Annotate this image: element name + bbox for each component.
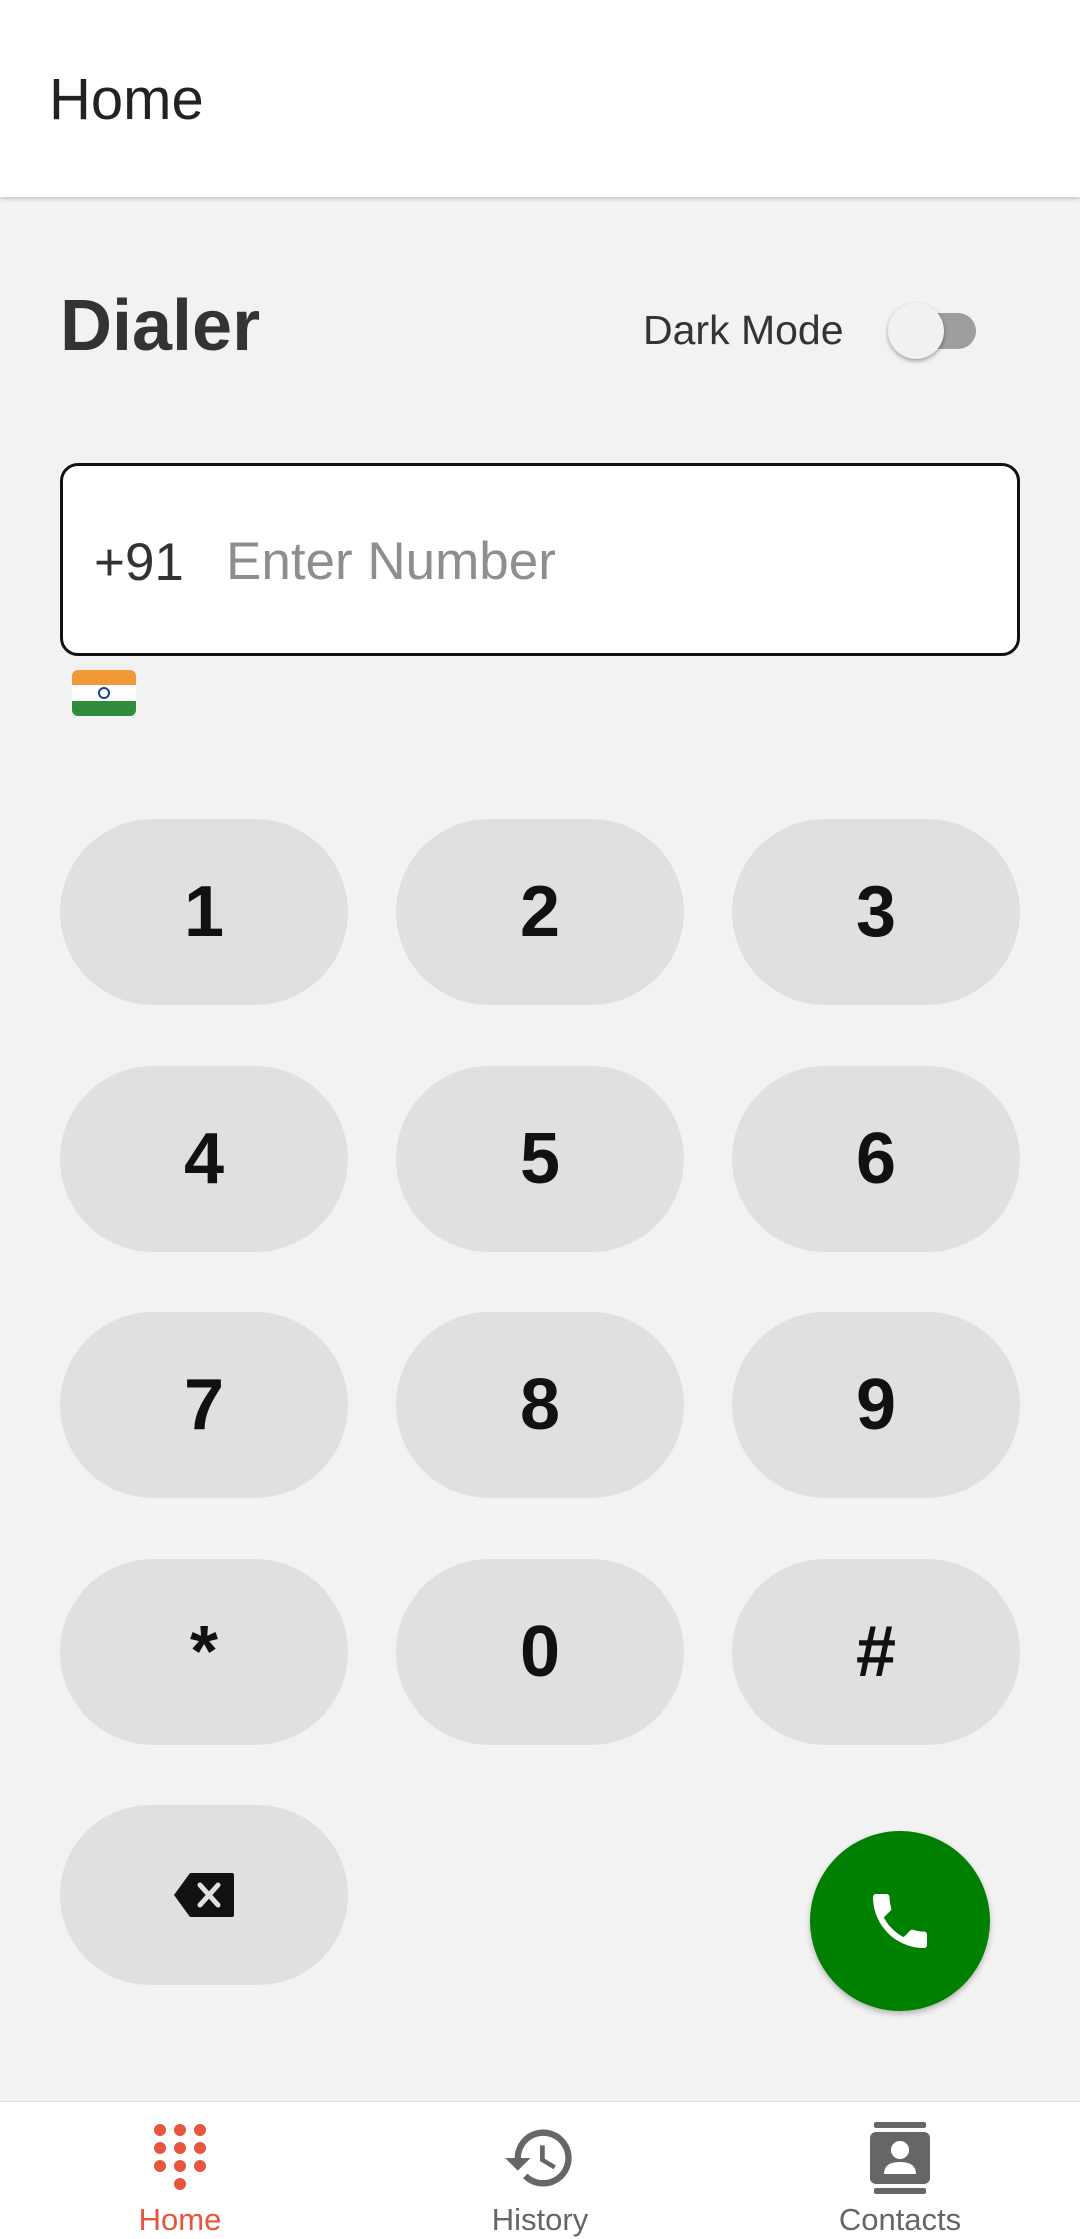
- key-6[interactable]: 6: [732, 1066, 1020, 1252]
- bottom-navigation: Home History Contacts: [0, 2101, 1080, 2239]
- key-7[interactable]: 7: [60, 1312, 348, 1498]
- key-9[interactable]: 9: [732, 1312, 1020, 1498]
- app-bar: Home: [0, 0, 1080, 197]
- key-0[interactable]: 0: [396, 1559, 684, 1745]
- nav-item-home[interactable]: Home: [0, 2102, 360, 2239]
- country-code: +91: [94, 533, 184, 592]
- key-5[interactable]: 5: [396, 1066, 684, 1252]
- app-bar-title: Home: [49, 67, 204, 132]
- key-8[interactable]: 8: [396, 1312, 684, 1498]
- dialer-screen: Home Dialer Dark Mode +91 1 2 3 4 5 6 7 …: [0, 0, 1080, 2239]
- flag-saffron-band: [72, 670, 136, 686]
- backspace-button[interactable]: [60, 1805, 348, 1985]
- dialer-title: Dialer: [60, 286, 261, 366]
- history-icon: [505, 2129, 572, 2187]
- call-button[interactable]: [810, 1831, 990, 2011]
- india-flag-icon[interactable]: [72, 670, 136, 716]
- nav-item-history[interactable]: History: [360, 2102, 720, 2239]
- key-star[interactable]: *: [60, 1559, 348, 1745]
- dark-mode-toggle[interactable]: [888, 303, 988, 359]
- flag-white-band: [72, 685, 136, 701]
- phone-number-field[interactable]: +91: [60, 463, 1020, 656]
- backspace-icon: [174, 1873, 234, 1917]
- nav-label-home: Home: [138, 2202, 222, 2237]
- dark-mode-label: Dark Mode: [643, 307, 844, 353]
- phone-number-input[interactable]: [226, 506, 986, 616]
- dialpad-icon: [154, 2124, 206, 2190]
- flag-green-band: [72, 700, 136, 716]
- key-hash[interactable]: #: [732, 1559, 1020, 1745]
- key-1[interactable]: 1: [60, 819, 348, 1005]
- key-3[interactable]: 3: [732, 819, 1020, 1005]
- key-4[interactable]: 4: [60, 1066, 348, 1252]
- key-2[interactable]: 2: [396, 819, 684, 1005]
- phone-icon: [873, 1894, 927, 1948]
- nav-label-history: History: [491, 2202, 589, 2237]
- flag-chakra: [98, 686, 110, 699]
- toggle-thumb: [888, 303, 944, 359]
- contact-card-icon: [870, 2122, 930, 2194]
- nav-label-contacts: Contacts: [838, 2202, 962, 2237]
- nav-item-contacts[interactable]: Contacts: [720, 2102, 1080, 2239]
